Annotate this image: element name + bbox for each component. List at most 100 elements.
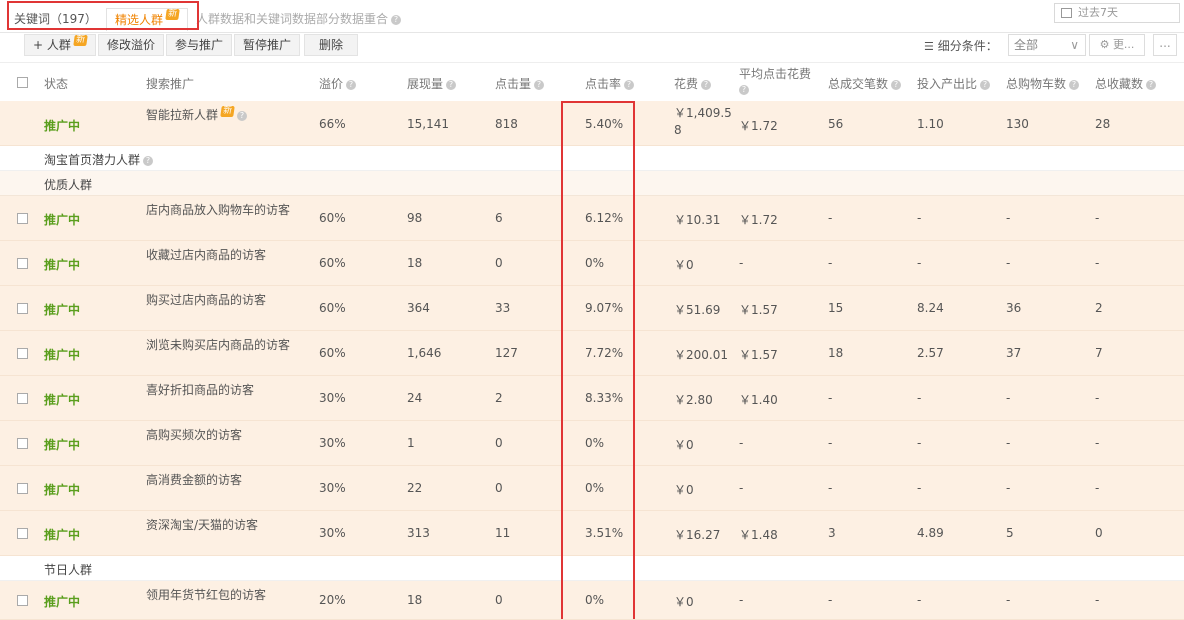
help-icon[interactable]: ? <box>1146 79 1157 90</box>
cost-value: ￥0 <box>674 483 694 497</box>
col-total-orders[interactable]: 总成交笔数? <box>828 75 902 92</box>
premium-value[interactable]: 30% <box>319 526 346 540</box>
cost-value: ￥1,409.5 8 <box>674 105 732 139</box>
premium-value[interactable]: 30% <box>319 391 346 405</box>
overlap-note-text: 人群数据和关键词数据部分数据重合 <box>196 12 389 26</box>
help-icon[interactable]: ? <box>624 79 635 90</box>
cost-value: ￥200.01 <box>674 348 728 362</box>
col-cost[interactable]: 花费? <box>674 75 712 92</box>
col-total-cart[interactable]: 总购物车数? <box>1006 75 1080 92</box>
orders-value: 56 <box>828 117 844 131</box>
row-checkbox[interactable] <box>17 438 28 449</box>
help-icon[interactable]: ? <box>346 79 357 90</box>
roi-value: - <box>917 256 922 270</box>
premium-value[interactable]: 66% <box>319 117 346 131</box>
clicks-value: 2 <box>495 391 503 405</box>
orders-value: - <box>828 481 833 495</box>
col-premium[interactable]: 溢价? <box>319 75 357 92</box>
orders-value: - <box>828 211 833 225</box>
orders-value: 18 <box>828 346 844 360</box>
date-range-select[interactable]: 过去7天 <box>1054 3 1180 23</box>
col-roi-label: 投入产出比 <box>917 77 978 91</box>
group-label: 节日人群 <box>44 563 93 577</box>
col-ctr[interactable]: 点击率? <box>585 75 635 92</box>
crowd-name: 智能拉新人群新? <box>146 106 248 123</box>
fav-value: - <box>1095 391 1100 405</box>
roi-value: - <box>917 391 922 405</box>
row-checkbox[interactable] <box>17 303 28 314</box>
cost-value: ￥0 <box>674 258 694 272</box>
clicks-value: 818 <box>495 117 518 131</box>
roi-value: - <box>917 211 922 225</box>
premium-value[interactable]: 60% <box>319 256 346 270</box>
help-icon[interactable]: ? <box>143 155 154 166</box>
roi-value: 2.57 <box>917 346 944 360</box>
cart-value: - <box>1006 391 1011 405</box>
col-total-fav[interactable]: 总收藏数? <box>1095 75 1157 92</box>
help-icon[interactable]: ? <box>891 79 902 90</box>
col-avg-cpc[interactable]: 平均点击花费? <box>739 67 819 97</box>
filter-select[interactable]: 全部 ∨ <box>1008 34 1086 56</box>
roi-value: 4.89 <box>917 526 944 540</box>
select-all-checkbox[interactable] <box>17 77 28 88</box>
impressions-value: 364 <box>407 301 430 315</box>
row-checkbox[interactable] <box>17 483 28 494</box>
crowd-name: 高消费金额的访客 <box>146 473 243 487</box>
more-settings-button[interactable]: ⚙ 更... <box>1089 34 1145 56</box>
col-status: 状态 <box>44 77 69 91</box>
help-icon[interactable]: ? <box>739 84 749 95</box>
premium-value[interactable]: 60% <box>319 346 346 360</box>
col-clicks[interactable]: 点击量? <box>495 75 545 92</box>
help-icon[interactable]: ? <box>534 79 545 90</box>
avg-cpc-value: - <box>739 436 744 450</box>
row-checkbox[interactable] <box>17 348 28 359</box>
cost-value: ￥51.69 <box>674 303 721 317</box>
row-checkbox[interactable] <box>17 393 28 404</box>
row-checkbox[interactable] <box>17 595 28 606</box>
join-promotion-button[interactable]: 参与推广 <box>166 34 233 56</box>
help-icon[interactable]: ? <box>237 110 248 121</box>
help-icon[interactable]: ? <box>701 79 712 90</box>
help-icon[interactable]: ? <box>446 79 457 90</box>
status-label: 推广中 <box>44 438 81 452</box>
help-icon[interactable]: ? <box>980 79 991 90</box>
cost-value: ￥0 <box>674 438 694 452</box>
premium-value[interactable]: 30% <box>319 436 346 450</box>
col-roi[interactable]: 投入产出比? <box>917 75 991 92</box>
overlap-note: 人群数据和关键词数据部分数据重合? <box>196 8 402 30</box>
fav-value: 28 <box>1095 117 1111 131</box>
col-impressions-label: 展现量 <box>407 77 444 91</box>
row-checkbox[interactable] <box>17 258 28 269</box>
status-label: 推广中 <box>44 258 81 272</box>
col-impressions[interactable]: 展现量? <box>407 75 457 92</box>
orders-value: - <box>828 436 833 450</box>
roi-value: 8.24 <box>917 301 944 315</box>
date-range-value: 过去7天 <box>1078 6 1118 19</box>
filter-select-value: 全部 <box>1014 38 1039 52</box>
orders-value: - <box>828 391 833 405</box>
impressions-value: 24 <box>407 391 423 405</box>
add-crowd-button[interactable]: + 人群新 <box>24 34 96 56</box>
cart-value: - <box>1006 211 1011 225</box>
help-icon[interactable]: ? <box>1069 79 1080 90</box>
clicks-value: 11 <box>495 526 511 540</box>
premium-value[interactable]: 60% <box>319 301 346 315</box>
row-checkbox[interactable] <box>17 528 28 539</box>
pause-promotion-button[interactable]: 暂停推广 <box>234 34 301 56</box>
premium-value[interactable]: 20% <box>319 593 346 607</box>
overflow-button[interactable]: ... <box>1153 34 1177 56</box>
col-cost-label: 花费 <box>674 77 699 91</box>
premium-value[interactable]: 30% <box>319 481 346 495</box>
crowd-name: 浏览未购买店内商品的访客 <box>146 338 291 352</box>
impressions-value: 22 <box>407 481 423 495</box>
help-icon[interactable]: ? <box>391 14 402 25</box>
filter-label: ☰ 细分条件： <box>924 37 998 54</box>
col-premium-label: 溢价 <box>319 77 344 91</box>
premium-value[interactable]: 60% <box>319 211 346 225</box>
delete-button[interactable]: 删除 <box>304 34 358 56</box>
clicks-value: 0 <box>495 256 503 270</box>
impressions-value: 313 <box>407 526 430 540</box>
fav-value: - <box>1095 256 1100 270</box>
row-checkbox[interactable] <box>17 213 28 224</box>
modify-premium-button[interactable]: 修改溢价 <box>98 34 165 56</box>
